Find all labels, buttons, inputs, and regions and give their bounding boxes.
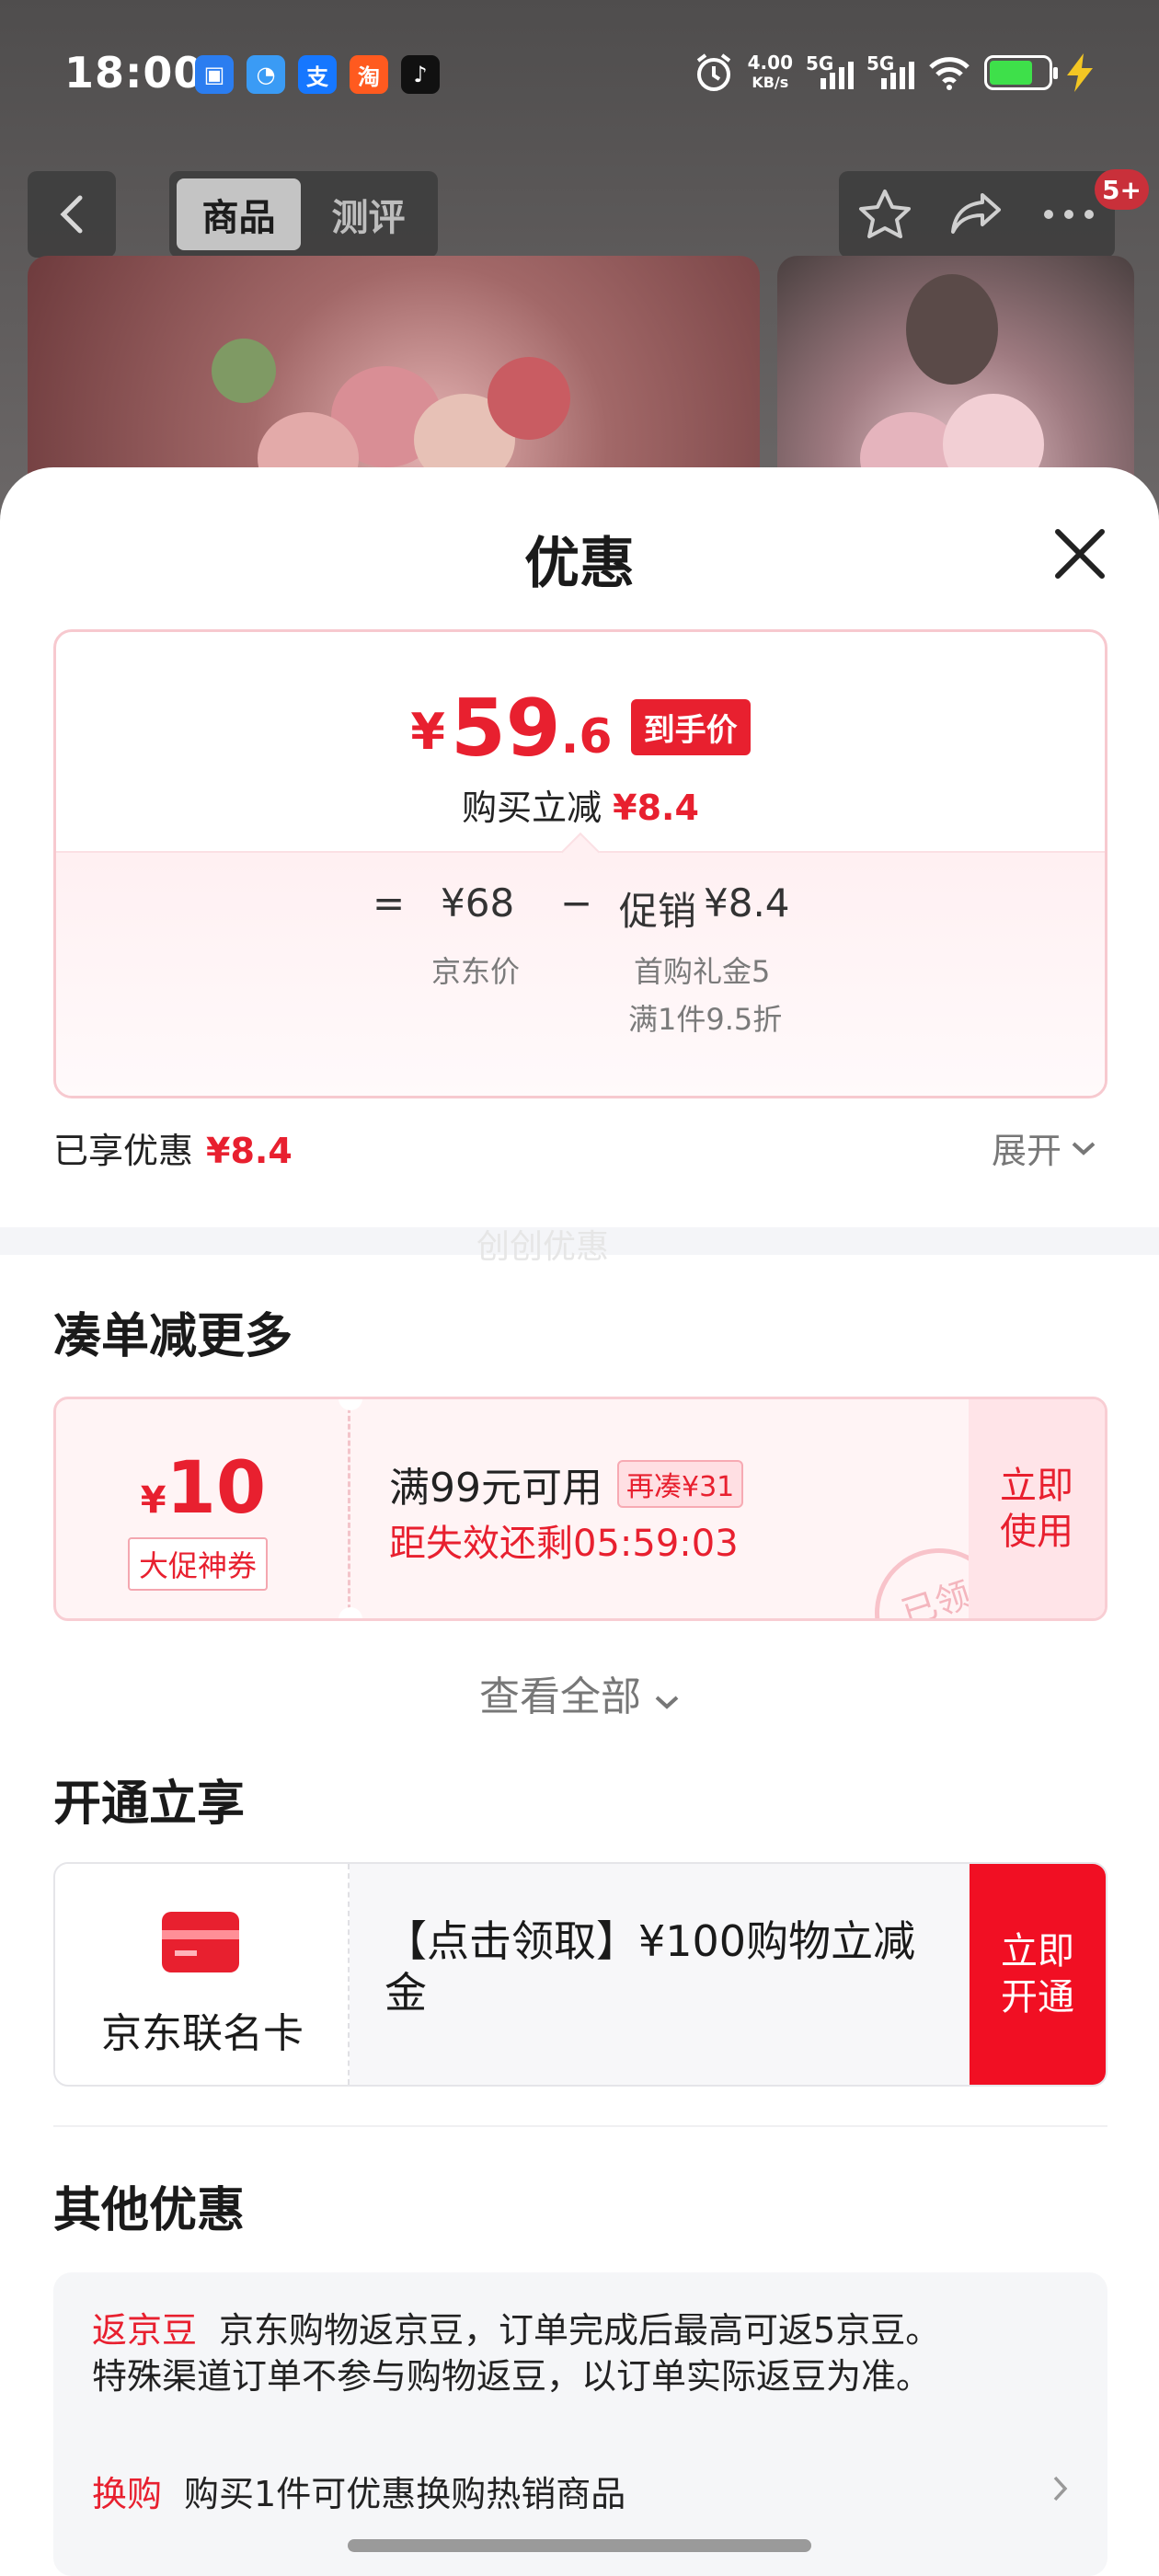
jingdou-tag: 返京豆 [92,2310,198,2351]
alarm-icon [696,53,730,91]
coupon-value: 10 [166,1447,267,1530]
base-price: ¥68 [441,880,515,926]
status-bar: 18:00 ▣ ◔ 支 淘 ♪ 4.00 KB/s 5G 5G [0,0,1159,152]
discount-label: 购买立减 [462,788,602,828]
taobao-icon: 淘 [350,55,388,94]
watermark: 创创优惠 [476,1228,610,1266]
coupon-condition: 满99元可用 再凑¥31 [389,1455,744,1513]
card-offer-desc: 【点击领取】¥100购物立减金 [384,1916,916,2018]
tab-product[interactable]: 商品 [177,178,301,250]
price-integer: 59 [450,683,561,775]
app-icon: ◔ [247,55,285,94]
wifi-icon [929,57,970,90]
top-actions [839,171,1115,258]
expand-label: 展开 [992,1131,1062,1171]
back-button[interactable] [28,171,116,258]
coupon-notch-bottom [339,1607,362,1618]
expand-button[interactable]: 展开 [992,1122,1096,1173]
coupon-value-panel: ¥10 大促神券 [56,1399,350,1618]
open-section-title: 开通立享 [53,1777,246,1832]
more-section-title: 凑单减更多 [53,1309,293,1364]
saved-label: 已享优惠 [53,1131,194,1171]
tiktok-icon: ♪ [401,55,440,94]
coupon-tag: 大促神券 [128,1537,269,1591]
chevron-down-icon [655,1696,679,1709]
coupon-condition-text: 满99元可用 [389,1465,602,1512]
close-icon[interactable] [1049,523,1111,585]
alipay-icon: 支 [298,55,337,94]
clock: 18:00 [64,48,204,98]
cobrand-card-offer: 京东联名卡 【点击领取】¥100购物立减金 立即开通 [53,1862,1107,2087]
exchange-offer[interactable]: 换购 购买1件可优惠换购热销商品 [92,2471,625,2517]
promo-value: ¥8.4 [704,880,790,926]
coupon-card: ¥10 大促神券 满99元可用 再凑¥31 距失效还剩05:59:03 已领 立… [53,1397,1107,1621]
battery-icon [984,55,1058,90]
jingdou-note: 特殊渠道订单不参与购物返豆，以订单实际返豆为准。 [92,2356,932,2397]
jingdou-text: 京东购物返京豆，订单完成后最高可返5京豆。 [219,2310,941,2351]
price-decimal: .6 [560,709,613,765]
discount-summary: 购买立减 ¥8.4 [56,779,1105,830]
status-icons: 4.00 KB/s 5G 5G [693,52,1095,94]
coupon-symbol: ¥ [140,1479,166,1522]
price-calculation: = ¥68 − 促销 ¥8.4 京东价 首购礼金5 满1件9.5折 [56,832,1105,1096]
exchange-text: 购买1件可优惠换购热销商品 [184,2474,626,2514]
signal-5g-1: 5G [806,52,854,93]
tab-review[interactable]: 测评 [306,178,430,250]
promo-desc-2: 满1件9.5折 [628,1002,783,1037]
more-icon[interactable] [1041,208,1096,221]
saved-summary: 已享优惠 ¥8.4 [53,1122,293,1173]
charging-icon [1067,53,1093,92]
minus-sign: − [560,880,593,926]
discount-sheet: 优惠 ¥ 59 .6 到手价 购买立减 ¥8.4 = ¥68 − 促销 ¥8.4 [0,467,1159,2576]
coupon-amount: ¥10 [56,1447,350,1530]
chevron-left-icon [60,195,83,234]
notification-icons: ▣ ◔ 支 淘 ♪ [195,55,440,94]
coupon-extra-badge: 再凑¥31 [617,1460,744,1508]
final-price: ¥ 59 .6 到手价 [56,689,1105,768]
discount-value: ¥8.4 [613,788,699,828]
product-tabs: 商品 测评 [169,171,438,258]
card-name: 京东联名卡 [101,2010,304,2057]
currency-symbol: ¥ [410,703,445,761]
speed-value: 4.00 [747,52,793,74]
cobrand-card-panel: 京东联名卡 [55,1864,350,2085]
open-card-button[interactable]: 立即开通 [970,1864,1106,2085]
saved-value: ¥8.4 [206,1131,293,1171]
other-section-title: 其他优惠 [53,2183,246,2238]
divider [53,2125,1107,2127]
chevron-down-icon [1072,1142,1096,1156]
jingdou-offer: 返京豆 京东购物返京豆，订单完成后最高可返5京豆。 [92,2307,940,2353]
equals-sign: = [373,880,406,926]
final-price-section: ¥ 59 .6 到手价 购买立减 ¥8.4 [56,632,1105,851]
use-coupon-button[interactable]: 立即使用 [969,1399,1105,1618]
share-icon[interactable] [949,190,1004,239]
speed-unit: KB/s [752,74,789,91]
message-badge: 5+ [1095,169,1149,210]
promo-label: 促销 [619,889,697,934]
coupon-countdown: 距失效还剩05:59:03 [389,1523,739,1565]
view-all-button[interactable]: 查看全部 [0,1663,1159,1722]
use-coupon-label: 立即使用 [1000,1465,1073,1553]
star-icon[interactable] [857,188,912,241]
open-card-label: 立即开通 [1001,1930,1074,2018]
credit-card-icon [162,1912,239,1972]
other-offers-box: 返京豆 京东购物返京豆，订单完成后最高可返5京豆。 特殊渠道订单不参与购物返豆，以… [53,2272,1107,2576]
home-indicator[interactable] [348,2539,811,2552]
sheet-title: 优惠 [524,532,635,596]
signal-5g-2: 5G [866,52,914,93]
price-breakdown-card: ¥ 59 .6 到手价 购买立减 ¥8.4 = ¥68 − 促销 ¥8.4 京东价… [53,629,1107,1098]
chevron-right-icon[interactable] [1052,2475,1069,2502]
base-price-desc: 京东价 [431,954,521,989]
exchange-tag: 换购 [92,2474,163,2514]
app-icon: ▣ [195,55,234,94]
promo-desc-1: 首购礼金5 [634,954,771,989]
final-price-tag: 到手价 [630,699,751,755]
network-speed: 4.00 KB/s [748,53,793,92]
view-all-label: 查看全部 [479,1673,641,1720]
